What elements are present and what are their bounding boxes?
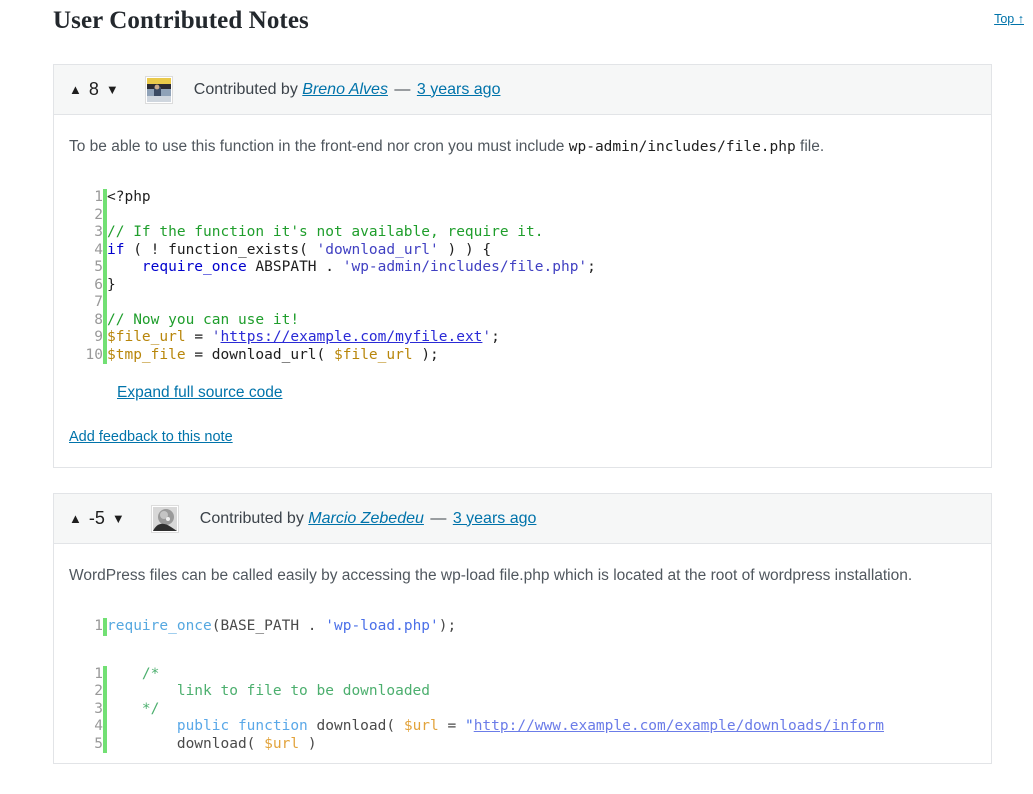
inline-code: wp-admin/includes/file.php xyxy=(569,139,796,155)
avatar-image xyxy=(147,78,171,102)
code-line: // If the function it's not available, r… xyxy=(107,224,544,240)
code-line: require_once(BASE_PATH . 'wp-load.php'); xyxy=(107,618,456,634)
code-line: require_once ABSPATH . 'wp-admin/include… xyxy=(107,259,596,275)
line-numbers: 1 2 3 4 5 xyxy=(94,666,103,752)
vote-count: -5 xyxy=(89,508,105,529)
note-paragraph: WordPress files can be called easily by … xyxy=(69,560,976,588)
note-body: WordPress files can be called easily by … xyxy=(54,544,991,763)
note-header: ▲ 8 ▼ Contributed by Breno Alves — 3 y xyxy=(54,65,991,115)
code-line: link to file to be downloaded xyxy=(107,683,430,699)
code-line: $file_url = 'https://example.com/myfile.… xyxy=(107,329,500,345)
code-gutter: 1 2 3 4 5 xyxy=(69,666,105,754)
code-line: */ xyxy=(107,701,159,717)
vote-down-icon[interactable]: ▼ xyxy=(106,83,119,96)
code-gutter: 1 xyxy=(69,618,105,636)
code-line: /* xyxy=(107,666,159,682)
avatar xyxy=(145,76,173,104)
code-table: 1 2 3 4 5 /* link to file to be download… xyxy=(69,666,976,754)
code-line: $tmp_file = download_url( $file_url ); xyxy=(107,347,439,363)
code-table: 1 2 3 4 5 6 7 8 9 10 <?php // If the fun… xyxy=(69,189,976,364)
code-line: <?php xyxy=(107,189,151,205)
note-item: ▲ -5 ▼ Contributed by Marcio Zebedeu — 3… xyxy=(53,493,992,764)
vote-control: ▲ 8 ▼ xyxy=(69,79,119,100)
code-source: /* link to file to be downloaded */ publ… xyxy=(105,666,976,754)
vote-up-icon[interactable]: ▲ xyxy=(69,83,82,96)
note-text-after: file. xyxy=(796,138,824,155)
byline-dash: — xyxy=(392,81,412,98)
code-line: // Now you can use it! xyxy=(107,312,299,328)
note-body: To be able to use this function in the f… xyxy=(54,115,991,467)
note-paragraph: To be able to use this function in the f… xyxy=(69,131,976,159)
expand-source-link[interactable]: Expand full source code xyxy=(117,384,282,402)
code-line: download( $url ) xyxy=(107,736,317,752)
page-header: User Contributed Notes Top ↑ xyxy=(0,0,1033,64)
code-block: 1 2 3 4 5 6 7 8 9 10 <?php // If the fun… xyxy=(69,189,976,364)
code-block: 1 require_once(BASE_PATH . 'wp-load.php'… xyxy=(69,618,976,636)
vote-count: 8 xyxy=(89,79,99,100)
code-line: } xyxy=(107,277,116,293)
add-feedback-link[interactable]: Add feedback to this note xyxy=(69,429,976,445)
avatar xyxy=(151,505,179,533)
timestamp-link[interactable]: 3 years ago xyxy=(453,510,537,527)
code-source: <?php // If the function it's not availa… xyxy=(105,189,976,364)
note-text-before: To be able to use this function in the f… xyxy=(69,138,569,155)
page-title: User Contributed Notes xyxy=(53,7,309,35)
note-item: ▲ 8 ▼ Contributed by Breno Alves — 3 y xyxy=(53,64,992,468)
vote-down-icon[interactable]: ▼ xyxy=(112,512,125,525)
line-numbers: 1 2 3 4 5 6 7 8 9 10 xyxy=(86,189,103,363)
vote-up-icon[interactable]: ▲ xyxy=(69,512,82,525)
code-line xyxy=(107,207,116,223)
notes-list: ▲ 8 ▼ Contributed by Breno Alves — 3 y xyxy=(0,64,1033,764)
author-link[interactable]: Breno Alves xyxy=(302,81,388,98)
code-block: 1 2 3 4 5 /* link to file to be download… xyxy=(69,666,976,754)
note-header: ▲ -5 ▼ Contributed by Marcio Zebedeu — 3… xyxy=(54,494,991,544)
code-line: if ( ! function_exists( 'download_url' )… xyxy=(107,242,491,258)
code-gutter: 1 2 3 4 5 6 7 8 9 10 xyxy=(69,189,105,364)
contributed-by-label: Contributed by xyxy=(194,81,298,98)
line-numbers: 1 xyxy=(94,618,103,634)
byline: Contributed by Breno Alves — 3 years ago xyxy=(194,81,501,99)
avatar-image xyxy=(153,507,177,531)
code-line: public function download( $url = "http:/… xyxy=(107,718,884,734)
author-link[interactable]: Marcio Zebedeu xyxy=(308,510,424,527)
contributed-by-label: Contributed by xyxy=(200,510,304,527)
byline: Contributed by Marcio Zebedeu — 3 years … xyxy=(200,510,537,528)
top-link[interactable]: Top ↑ xyxy=(994,12,1024,26)
vote-control: ▲ -5 ▼ xyxy=(69,508,125,529)
byline-dash: — xyxy=(428,510,448,527)
code-table: 1 require_once(BASE_PATH . 'wp-load.php'… xyxy=(69,618,976,636)
code-source: require_once(BASE_PATH . 'wp-load.php'); xyxy=(105,618,976,636)
code-line xyxy=(107,294,116,310)
timestamp-link[interactable]: 3 years ago xyxy=(417,81,501,98)
